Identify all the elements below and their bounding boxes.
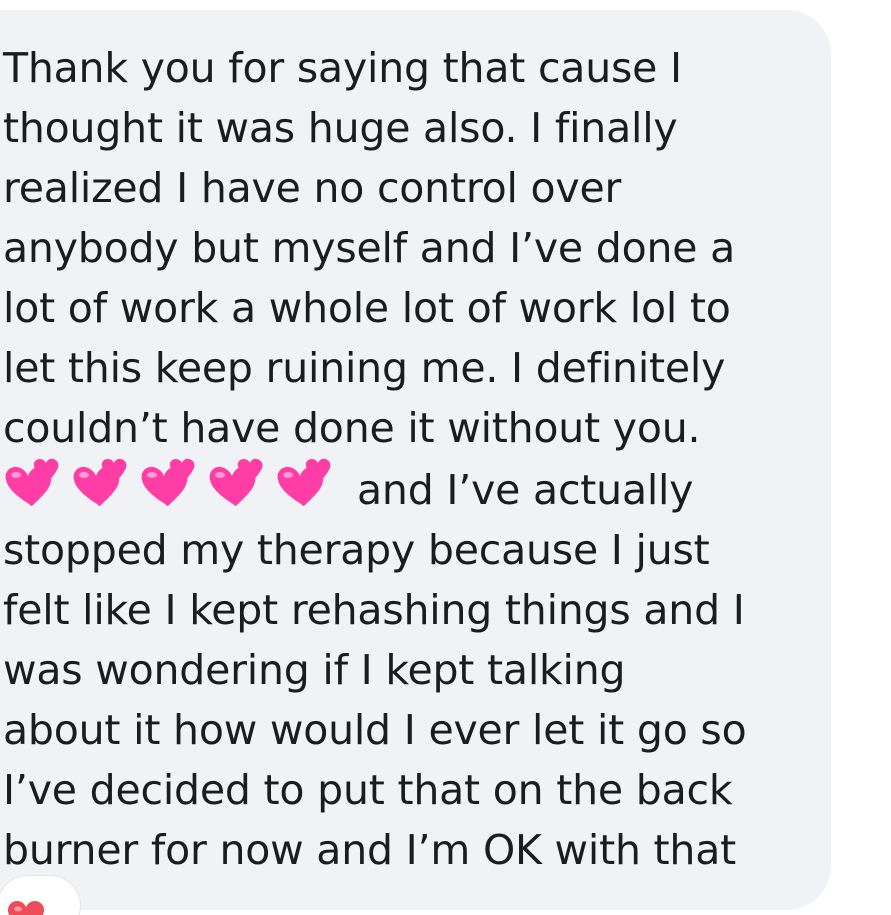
heart-reaction-badge[interactable]: [0, 876, 80, 915]
message-line: was wondering if I kept talking: [3, 646, 626, 694]
message-text: Thank you for saying that cause I though…: [3, 38, 833, 880]
two-hearts-icon: [277, 458, 331, 506]
message-line: anybody but myself and I’ve done a: [3, 224, 736, 272]
message-line: let this keep ruining me. I definitely: [3, 344, 726, 392]
message-line: felt like I kept rehashing things and I: [3, 586, 745, 634]
message-line: Thank you for saying that cause I: [3, 44, 682, 92]
message-line: lot of work a whole lot of work lol to: [3, 284, 731, 332]
message-line: couldn’t have done it without you.: [3, 404, 701, 452]
two-hearts-icon: [5, 458, 59, 506]
message-line: I’ve decided to put that on the back: [3, 766, 733, 814]
two-hearts-emoji-row: [3, 458, 339, 510]
two-hearts-icon: [141, 458, 195, 506]
message-line: stopped my therapy because I just: [3, 526, 710, 574]
heart-reaction-icon: [8, 901, 44, 915]
two-hearts-icon: [209, 458, 263, 506]
message-line: about it how would I ever let it go so: [3, 706, 747, 754]
message-line: realized I have no control over: [3, 164, 622, 212]
message-view: Thank you for saying that cause I though…: [0, 0, 891, 915]
message-line: and I’ve actually: [357, 466, 694, 514]
message-line: thought it was huge also. I finally: [3, 104, 678, 152]
two-hearts-icon: [73, 458, 127, 506]
message-line: burner for now and I’m OK with that: [3, 826, 737, 874]
